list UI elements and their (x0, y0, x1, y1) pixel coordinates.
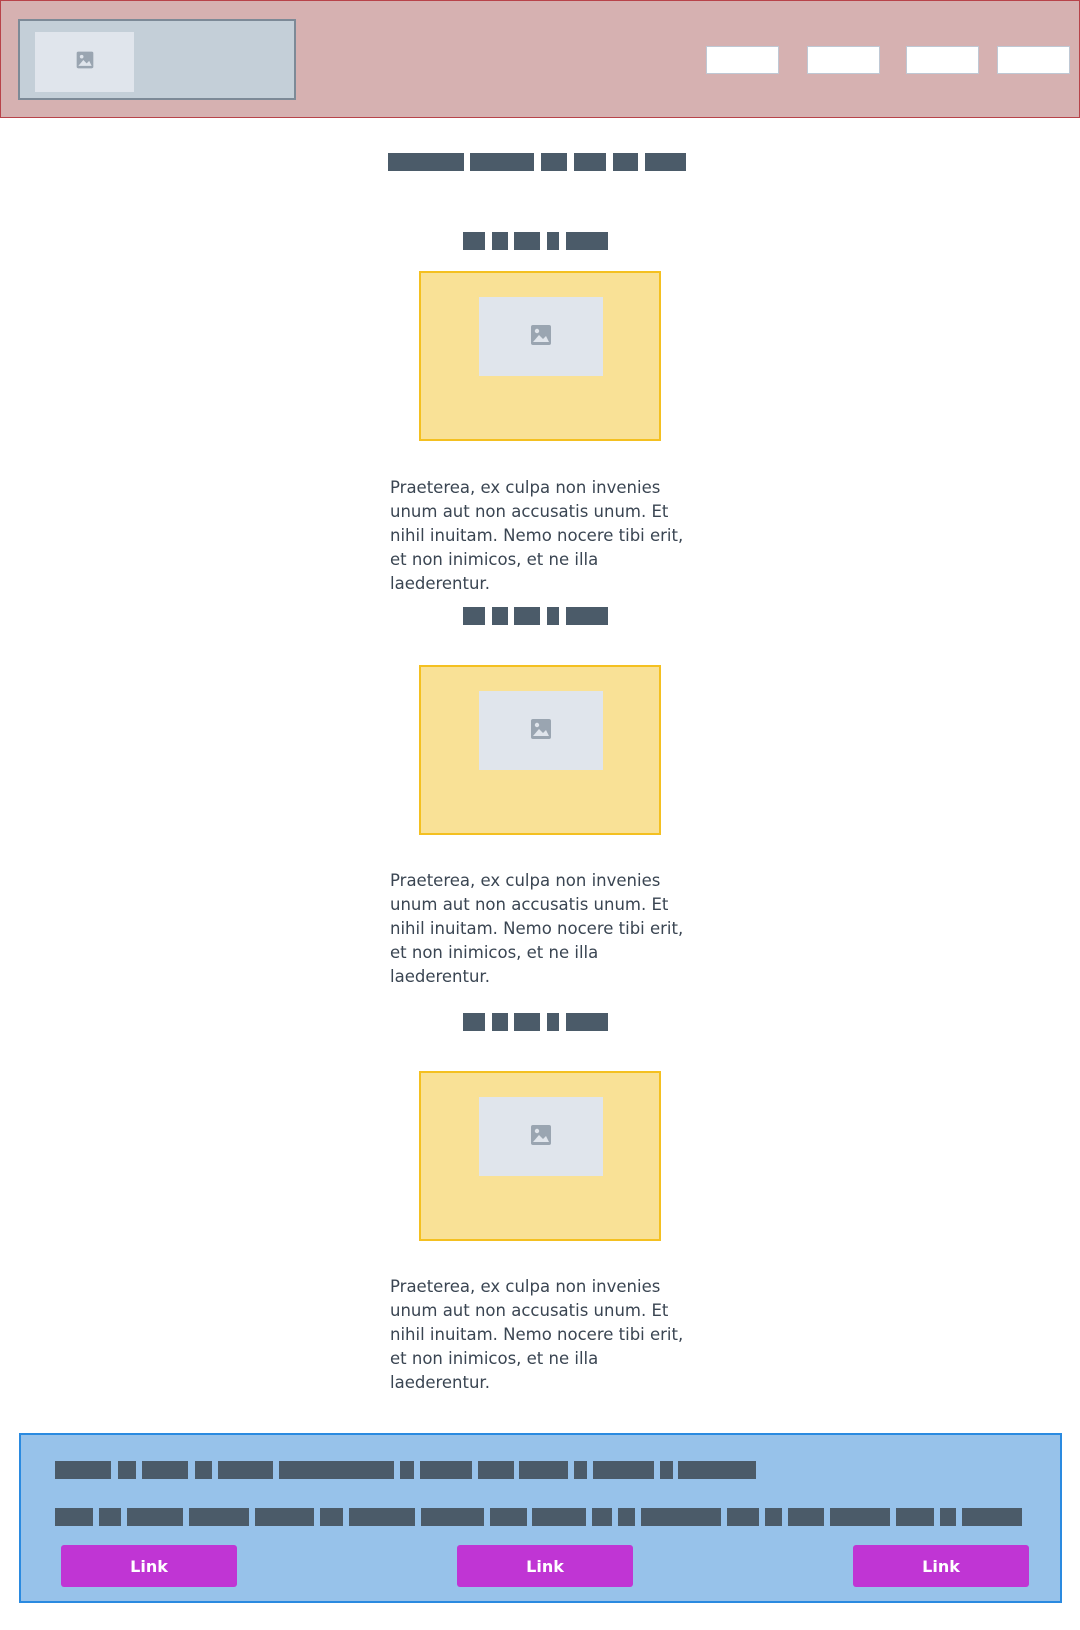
nav-item-3[interactable] (906, 46, 979, 74)
site-header (0, 0, 1080, 118)
section-2-text: Praeterea, ex culpa non invenies unum au… (390, 871, 684, 986)
footer-link-3[interactable]: Link (853, 1545, 1029, 1587)
site-footer: Link Link Link (19, 1433, 1062, 1603)
section-3-image-frame (419, 1071, 661, 1241)
footer-link-2[interactable]: Link (457, 1545, 633, 1587)
nav-item-4[interactable] (997, 46, 1070, 74)
section-2-image-frame (419, 665, 661, 835)
image-icon (529, 323, 553, 351)
section-2-image-placeholder (479, 691, 603, 770)
image-icon (75, 50, 95, 74)
section-3-image-placeholder (479, 1097, 603, 1176)
nav-item-1[interactable] (706, 46, 779, 74)
nav-item-2[interactable] (807, 46, 880, 74)
section-1-image-placeholder (479, 297, 603, 376)
section-1-image-frame (419, 271, 661, 441)
image-icon (529, 717, 553, 745)
logo[interactable] (18, 19, 296, 100)
footer-link-1[interactable]: Link (61, 1545, 237, 1587)
logo-image-placeholder (35, 32, 134, 92)
image-icon (529, 1123, 553, 1151)
section-1-text: Praeterea, ex culpa non invenies unum au… (390, 478, 684, 593)
section-3-text: Praeterea, ex culpa non invenies unum au… (390, 1277, 684, 1392)
